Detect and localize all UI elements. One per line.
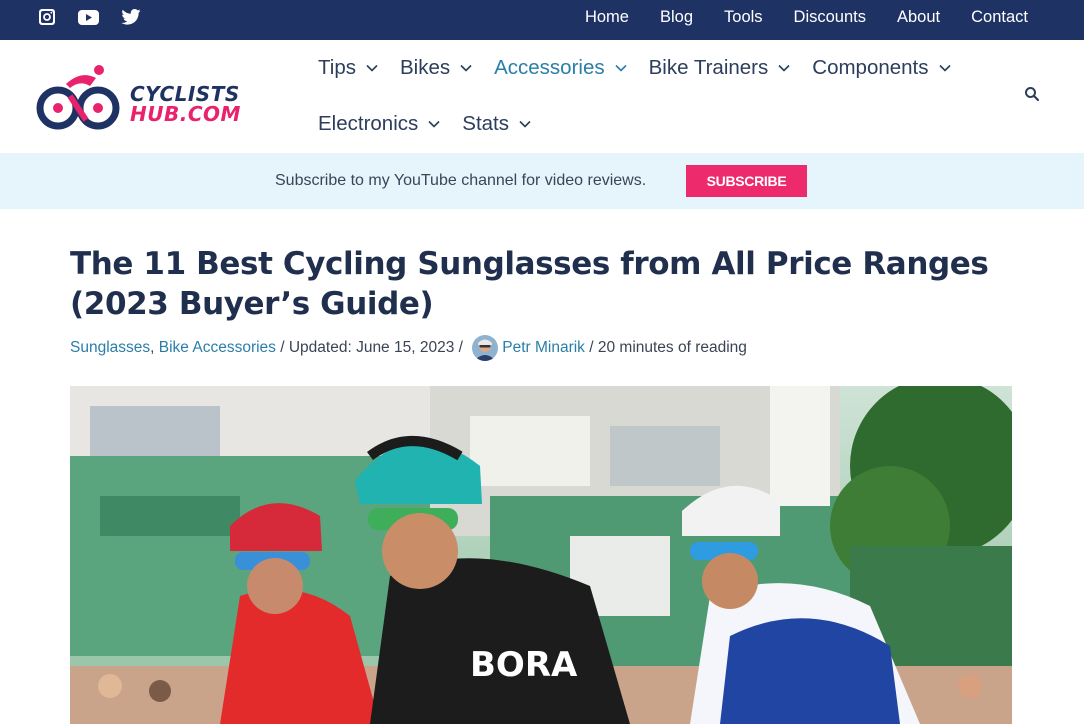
subscribe-button[interactable]: SUBSCRIBE (686, 165, 807, 197)
nav-item-bike-trainers[interactable]: Bike Trainers (649, 56, 791, 80)
nav-item-label: Stats (462, 112, 509, 135)
chevron-down-icon (615, 64, 627, 72)
category-link-sunglasses[interactable]: Sunglasses (70, 339, 150, 357)
site-header: CYCLISTS HUB.COM Tips Bikes Accessories … (0, 40, 1084, 153)
instagram-icon[interactable] (38, 8, 56, 26)
main-nav: Tips Bikes Accessories Bike Trainers Com… (318, 52, 1008, 164)
article-title-line-1: The 11 Best Cycling Sunglasses from All … (70, 246, 989, 282)
author-avatar (472, 335, 499, 361)
top-nav: Home Blog Tools Discounts About Contact (554, 0, 1028, 34)
nav-item-label: Components (812, 56, 929, 79)
chevron-down-icon (428, 120, 440, 128)
main-nav-row-1: Tips Bikes Accessories Bike Trainers Com… (318, 52, 1008, 84)
svg-text:BORA: BORA (470, 645, 578, 685)
nav-item-label: Accessories (494, 56, 605, 79)
article-title: The 11 Best Cycling Sunglasses from All … (70, 244, 1010, 324)
meta-separator: , (150, 339, 159, 356)
top-nav-about[interactable]: About (897, 8, 940, 27)
twitter-icon[interactable] (121, 9, 141, 25)
social-links (38, 0, 141, 34)
site-logo[interactable]: CYCLISTS HUB.COM (36, 64, 276, 132)
search-icon[interactable] (1024, 86, 1040, 107)
logo-line-1: CYCLISTS (130, 82, 240, 106)
logo-text: CYCLISTS HUB.COM (130, 84, 241, 124)
chevron-down-icon (460, 64, 472, 72)
category-link-bike-accessories[interactable]: Bike Accessories (159, 339, 276, 357)
top-nav-home[interactable]: Home (585, 8, 629, 27)
top-nav-contact[interactable]: Contact (971, 8, 1028, 27)
reading-time: / 20 minutes of reading (584, 339, 747, 356)
nav-item-tips[interactable]: Tips (318, 56, 378, 80)
logo-line-2: HUB.COM (130, 102, 241, 126)
nav-item-label: Tips (318, 56, 356, 79)
top-nav-blog[interactable]: Blog (660, 8, 693, 27)
nav-item-components[interactable]: Components (812, 56, 951, 80)
chevron-down-icon (519, 120, 531, 128)
updated-date: / Updated: June 15, 2023 / (275, 339, 468, 356)
subscribe-message: Subscribe to my YouTube channel for vide… (275, 172, 647, 189)
top-nav-discounts[interactable]: Discounts (794, 8, 866, 27)
nav-item-accessories[interactable]: Accessories (494, 56, 627, 80)
nav-item-stats[interactable]: Stats (462, 112, 531, 136)
chevron-down-icon (938, 64, 951, 72)
nav-item-label: Bike Trainers (648, 56, 769, 79)
nav-item-electronics[interactable]: Electronics (318, 112, 440, 136)
article-title-line-2: (2023 Buyer’s Guide) (70, 286, 434, 322)
hero-image: BORA (70, 386, 1012, 724)
top-bar: Home Blog Tools Discounts About Contact (0, 0, 1084, 40)
nav-item-bikes[interactable]: Bikes (400, 56, 472, 80)
nav-item-label: Bikes (399, 56, 451, 79)
chevron-down-icon (778, 64, 790, 72)
subscribe-bar: Subscribe to my YouTube channel for vide… (0, 153, 1084, 209)
article-meta: Sunglasses, Bike Accessories / Updated: … (70, 335, 747, 361)
top-nav-tools[interactable]: Tools (724, 8, 763, 27)
youtube-icon[interactable] (78, 9, 99, 25)
nav-item-label: Electronics (318, 112, 419, 135)
main-nav-row-2: Electronics Stats (318, 108, 1008, 140)
logo-bike-icon (36, 65, 120, 130)
author-link[interactable]: Petr Minarik (502, 339, 585, 357)
chevron-down-icon (366, 64, 378, 72)
